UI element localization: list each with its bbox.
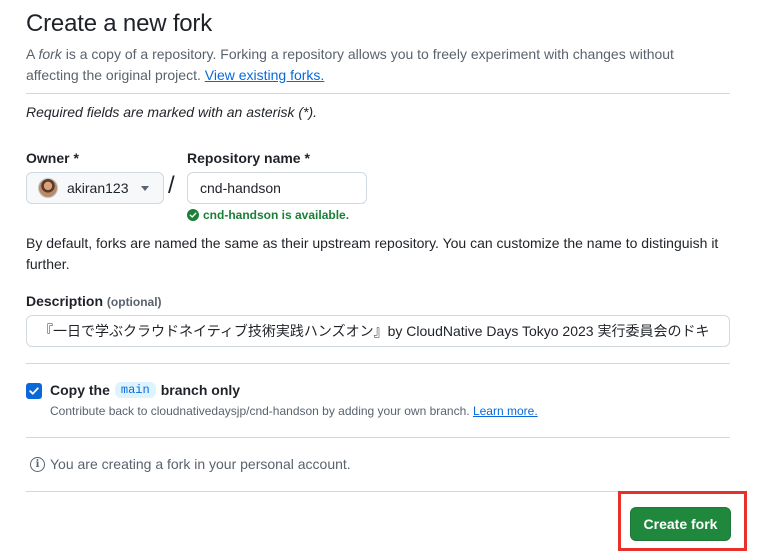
copy-branch-helper: Contribute back to cloudnativedaysjp/cnd… xyxy=(50,404,538,418)
description-input[interactable] xyxy=(26,315,730,347)
owner-repo-separator: / xyxy=(168,172,175,199)
divider-bottom xyxy=(26,491,618,492)
intro-fork-term: fork xyxy=(38,46,62,62)
personal-account-note: i You are creating a fork in your person… xyxy=(30,456,351,472)
owner-select-button[interactable]: akiran123 xyxy=(26,172,164,204)
repository-name-input[interactable] xyxy=(187,172,367,204)
fork-naming-note: By default, forks are named the same as … xyxy=(26,235,719,272)
view-existing-forks-link[interactable]: View existing forks. xyxy=(205,67,325,83)
description-label-text: Description xyxy=(26,293,104,309)
required-fields-note: Required fields are marked with an aster… xyxy=(26,104,318,120)
copy-label-suffix: branch only xyxy=(160,382,241,398)
copy-branch-text: Copy the main branch only Contribute back … xyxy=(50,382,538,418)
availability-text: cnd-handson is available. xyxy=(203,208,350,222)
availability-status: cnd-handson is available. xyxy=(187,208,349,222)
copy-label-prefix: Copy the xyxy=(50,382,110,398)
owner-name: akiran123 xyxy=(67,180,129,196)
repository-name-label: Repository name * xyxy=(187,150,310,166)
intro-text: is a copy of a repository. Forking a rep… xyxy=(26,46,674,83)
check-circle-icon xyxy=(187,209,199,221)
owner-label: Owner * xyxy=(26,150,79,166)
description-label: Description (optional) xyxy=(26,293,162,309)
info-icon: i xyxy=(30,456,45,472)
divider-lower xyxy=(26,437,730,438)
copy-branch-option: Copy the main branch only Contribute back … xyxy=(26,382,538,418)
create-fork-button[interactable]: Create fork xyxy=(630,507,731,541)
learn-more-link[interactable]: Learn more. xyxy=(473,404,538,418)
divider-top xyxy=(26,93,730,94)
fork-description: A fork is a copy of a repository. Forkin… xyxy=(26,44,726,86)
copy-helper-text: Contribute back to cloudnativedaysjp/cnd… xyxy=(50,404,470,418)
branch-name-badge: main xyxy=(114,382,156,398)
page-title: Create a new fork xyxy=(26,10,213,37)
intro-prefix: A xyxy=(26,46,39,62)
avatar xyxy=(38,178,58,198)
caret-down-icon xyxy=(140,185,149,191)
copy-branch-label: Copy the main branch only xyxy=(50,382,538,398)
optional-tag: (optional) xyxy=(106,295,162,309)
copy-main-branch-checkbox[interactable] xyxy=(26,383,42,399)
divider-middle xyxy=(26,363,730,364)
account-note-text: You are creating a fork in your personal… xyxy=(50,456,351,472)
